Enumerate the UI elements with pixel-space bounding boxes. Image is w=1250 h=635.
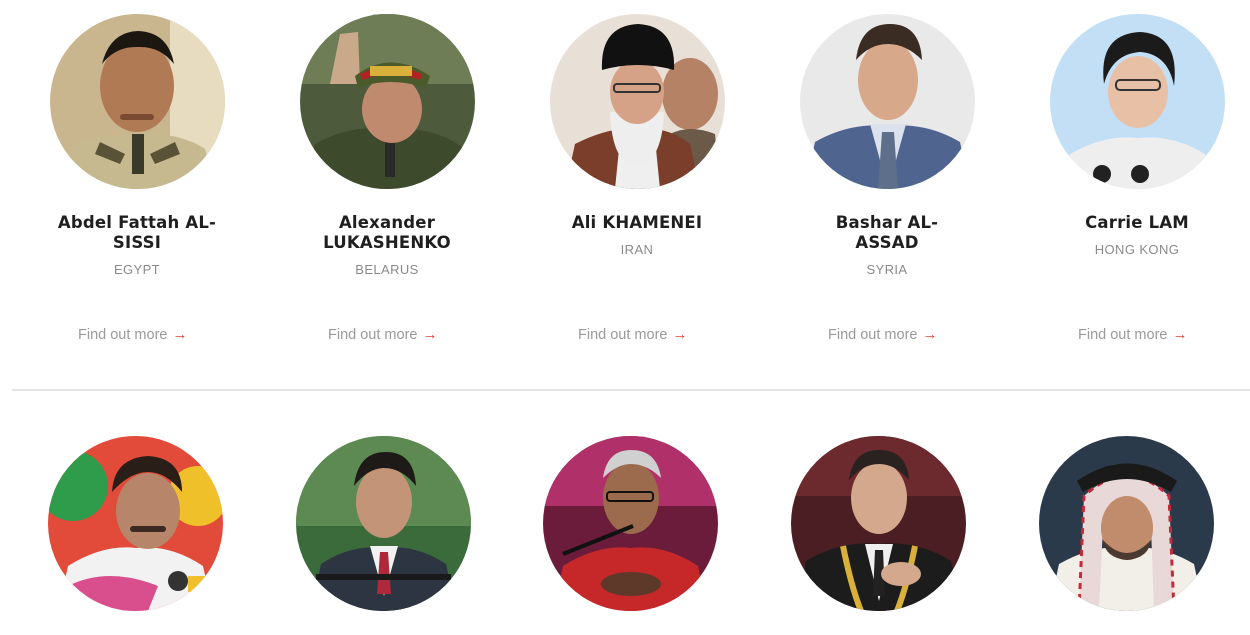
leader-country: IRAN	[620, 242, 654, 257]
leader-card: Carrie LAM HONG KONG Find out more →	[1012, 14, 1250, 343]
leader-card: Alexander LUKASHENKO BELARUS Find out mo…	[262, 14, 512, 343]
leader-name: Ali KHAMENEI	[571, 213, 703, 232]
leader-name: Alexander LUKASHENKO	[323, 213, 451, 252]
leader-country: HONG KONG	[1094, 242, 1180, 257]
leader-portrait[interactable]	[543, 436, 719, 611]
row-divider	[12, 389, 1250, 391]
arrow-right-icon: →	[1172, 326, 1188, 343]
find-out-more-label: Find out more	[828, 326, 918, 343]
leaders-row-2	[12, 436, 1250, 611]
find-out-more-label: Find out more	[78, 326, 168, 343]
leaders-row-1: Abdel Fattah AL-SISSI EGYPT Find out mor…	[12, 14, 1250, 343]
leader-portrait[interactable]	[49, 14, 225, 189]
find-out-more-link[interactable]: Find out more →	[78, 326, 187, 343]
leader-country: BELARUS	[355, 262, 419, 277]
leader-card	[12, 436, 260, 611]
leader-name: Bashar AL-ASSAD	[835, 213, 939, 252]
arrow-right-icon: →	[922, 326, 938, 343]
find-out-more-link[interactable]: Find out more →	[328, 326, 437, 343]
leader-portrait[interactable]	[791, 436, 967, 611]
leader-name: Abdel Fattah AL-SISSI	[57, 213, 217, 252]
leader-portrait[interactable]	[799, 14, 975, 189]
leader-country: SYRIA	[866, 262, 908, 277]
leader-portrait[interactable]	[1049, 14, 1225, 189]
leader-portrait[interactable]	[48, 436, 224, 611]
leader-country: EGYPT	[113, 262, 161, 277]
leader-card	[507, 436, 755, 611]
leader-card	[1002, 436, 1250, 611]
arrow-right-icon: →	[672, 326, 688, 343]
arrow-right-icon: →	[422, 326, 438, 343]
find-out-more-link[interactable]: Find out more →	[1078, 326, 1187, 343]
leader-card: Ali KHAMENEI IRAN Find out more →	[512, 14, 762, 343]
find-out-more-label: Find out more	[578, 326, 668, 343]
leader-card: Bashar AL-ASSAD SYRIA Find out more →	[762, 14, 1012, 343]
arrow-right-icon: →	[172, 326, 188, 343]
find-out-more-label: Find out more	[1078, 326, 1168, 343]
leader-name: Carrie LAM	[1085, 213, 1189, 232]
leader-portrait[interactable]	[1038, 436, 1214, 611]
leader-portrait[interactable]	[299, 14, 475, 189]
leader-portrait[interactable]	[549, 14, 725, 189]
leader-card: Abdel Fattah AL-SISSI EGYPT Find out mor…	[12, 14, 262, 343]
find-out-more-link[interactable]: Find out more →	[578, 326, 687, 343]
find-out-more-label: Find out more	[328, 326, 418, 343]
leader-portrait[interactable]	[295, 436, 471, 611]
leader-card	[260, 436, 508, 611]
find-out-more-link[interactable]: Find out more →	[828, 326, 937, 343]
leader-card	[755, 436, 1003, 611]
